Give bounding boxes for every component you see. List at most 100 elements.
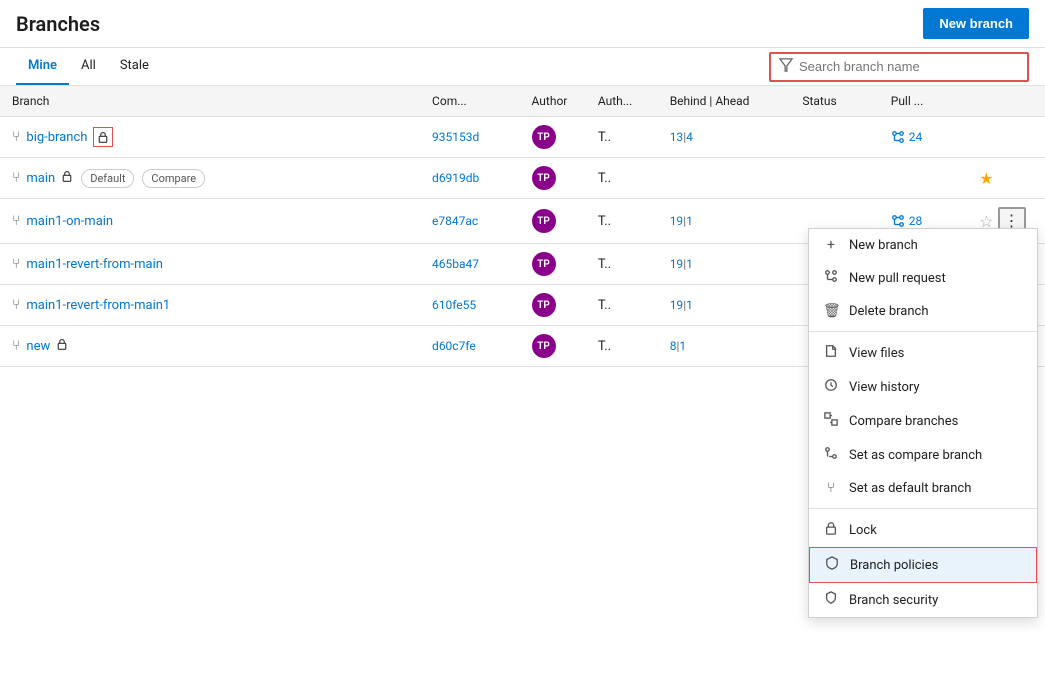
- behind-link[interactable]: 13: [670, 130, 684, 144]
- lock-icon-highlighted[interactable]: [93, 127, 113, 147]
- auth-date: T..: [586, 326, 658, 367]
- menu-label: New pull request: [849, 271, 946, 286]
- auth-date: T..: [586, 158, 658, 199]
- branch-icon: ⑂: [12, 297, 20, 313]
- branch-link[interactable]: main1-on-main: [26, 214, 113, 229]
- commit-link[interactable]: 465ba47: [432, 257, 479, 271]
- lock-icon: [823, 521, 839, 539]
- pr-info: 24: [891, 130, 955, 144]
- menu-item-new-pr[interactable]: New pull request: [809, 261, 1037, 295]
- search-input[interactable]: [799, 59, 1019, 74]
- tab-mine[interactable]: Mine: [16, 48, 69, 85]
- auth-date: T..: [586, 117, 658, 158]
- menu-label: Delete branch: [849, 304, 929, 319]
- menu-item-set-default[interactable]: ⑂ Set as default branch: [809, 472, 1037, 504]
- menu-item-view-history[interactable]: View history: [809, 370, 1037, 404]
- menu-item-delete-branch[interactable]: 🗑 Delete branch: [809, 295, 1037, 327]
- menu-item-lock[interactable]: Lock: [809, 513, 1037, 547]
- pr-count[interactable]: 24: [909, 130, 923, 144]
- branch-icon: ⑂: [12, 170, 20, 186]
- branch-link[interactable]: main1-revert-from-main: [26, 257, 163, 272]
- auth-date: T..: [586, 244, 658, 285]
- status-cell: [790, 158, 878, 199]
- menu-label: Branch policies: [850, 558, 938, 573]
- behind-link[interactable]: 8: [670, 339, 677, 353]
- pr-info: 28: [891, 214, 955, 228]
- branch-cell: ⑂ main Default Compare: [12, 169, 408, 188]
- ahead-behind: 19 | 1: [670, 257, 779, 271]
- filter-icon: [779, 58, 793, 76]
- branch-link[interactable]: main1-revert-from-main1: [26, 298, 170, 313]
- commit-link[interactable]: d6919db: [432, 171, 479, 185]
- branch-cell: ⑂ new: [12, 338, 408, 354]
- ahead-link[interactable]: 1: [679, 339, 686, 353]
- col-pull: Pull ...: [879, 86, 967, 117]
- avatar: TP: [532, 209, 556, 233]
- col-actions: [967, 86, 1045, 117]
- commit-link[interactable]: 610fe55: [432, 298, 476, 312]
- tab-all[interactable]: All: [69, 48, 108, 85]
- tabs: Mine All Stale: [16, 48, 161, 85]
- default-badge: Default: [81, 169, 134, 188]
- menu-label: Lock: [849, 523, 877, 538]
- ahead-behind: 8 | 1: [670, 339, 779, 353]
- menu-item-new-branch[interactable]: + New branch: [809, 229, 1037, 261]
- avatar: TP: [532, 293, 556, 317]
- compare-badge: Compare: [142, 169, 205, 188]
- commit-link[interactable]: 935153d: [432, 130, 479, 144]
- branch-link[interactable]: main: [26, 171, 55, 186]
- menu-label: Compare branches: [849, 414, 958, 429]
- pull-cell: [879, 158, 967, 199]
- branch-cell: ⑂ main1-revert-from-main: [12, 256, 408, 272]
- branch-icon: ⑂: [12, 338, 20, 354]
- branch-cell: ⑂ main1-on-main: [12, 213, 408, 229]
- menu-label: Set as compare branch: [849, 448, 982, 463]
- ahead-link[interactable]: 1: [686, 298, 693, 312]
- menu-separator: [809, 331, 1037, 332]
- page-title: Branches: [16, 12, 100, 36]
- commit-link[interactable]: d60c7fe: [432, 339, 476, 353]
- branch-cell: ⑂ big-branch: [12, 127, 408, 147]
- col-auth-date: Auth...: [586, 86, 658, 117]
- pr-count[interactable]: 28: [909, 214, 923, 228]
- tabs-row: Mine All Stale: [0, 48, 1045, 86]
- avatar: TP: [532, 125, 556, 149]
- ahead-behind: [658, 158, 791, 199]
- col-author: Author: [520, 86, 586, 117]
- security-icon: [823, 591, 839, 609]
- menu-item-branch-security[interactable]: Branch security: [809, 583, 1037, 617]
- menu-separator: [809, 508, 1037, 509]
- ahead-behind: 19 | 1: [670, 214, 779, 228]
- ahead-behind: 13 | 4: [670, 130, 779, 144]
- status-cell: [790, 117, 878, 158]
- file-icon: [823, 344, 839, 362]
- menu-item-branch-policies[interactable]: Branch policies: [809, 547, 1037, 583]
- compare-icon: [823, 412, 839, 430]
- behind-link[interactable]: 19: [670, 214, 684, 228]
- ahead-link[interactable]: 1: [686, 257, 693, 271]
- menu-item-view-files[interactable]: View files: [809, 336, 1037, 370]
- branch-link[interactable]: new: [26, 339, 50, 354]
- branch-link[interactable]: big-branch: [26, 130, 87, 145]
- table-row: ⑂ big-branch 935153d TP T..: [0, 117, 1045, 158]
- menu-label: Set as default branch: [849, 481, 971, 496]
- context-menu: + New branch New pull request 🗑 Delete b…: [808, 228, 1038, 618]
- behind-link[interactable]: 19: [670, 257, 684, 271]
- ahead-link[interactable]: 1: [686, 214, 693, 228]
- commit-link[interactable]: e7847ac: [432, 214, 478, 228]
- col-commit: Com...: [420, 86, 519, 117]
- menu-item-set-compare[interactable]: Set as compare branch: [809, 438, 1037, 472]
- behind-link[interactable]: 19: [670, 298, 684, 312]
- menu-label: New branch: [849, 238, 918, 253]
- tab-stale[interactable]: Stale: [108, 48, 161, 85]
- page: Branches New branch Mine All Stale Branc…: [0, 0, 1045, 688]
- ahead-link[interactable]: 4: [686, 130, 693, 144]
- star-icon[interactable]: ★: [979, 169, 993, 188]
- plus-icon: +: [823, 237, 839, 253]
- trash-icon: 🗑: [823, 303, 839, 319]
- menu-item-compare-branches[interactable]: Compare branches: [809, 404, 1037, 438]
- auth-date: T..: [586, 199, 658, 244]
- branch-icon: ⑂: [12, 129, 20, 145]
- pr-icon: [823, 269, 839, 287]
- new-branch-button[interactable]: New branch: [923, 8, 1029, 39]
